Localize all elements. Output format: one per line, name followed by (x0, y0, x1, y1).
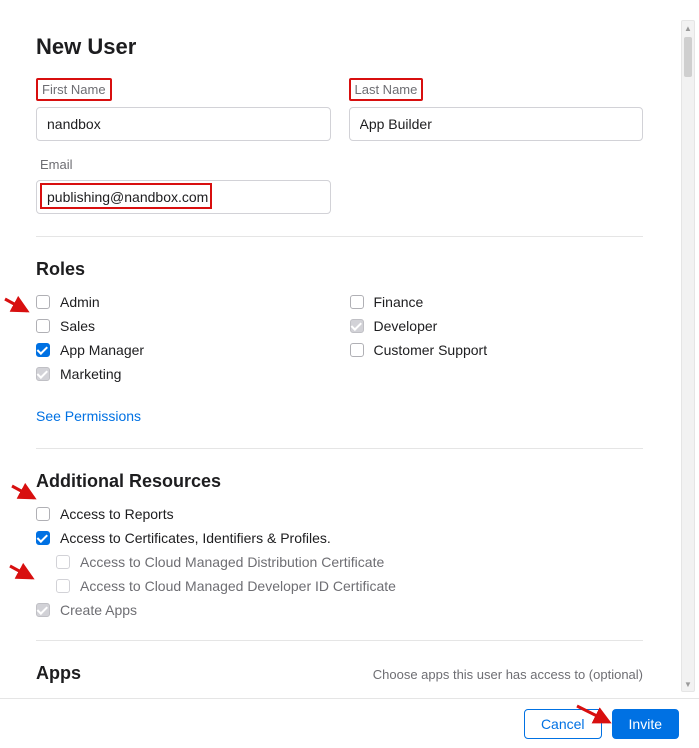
checkbox-icon[interactable] (36, 531, 50, 545)
role-finance[interactable]: Finance (350, 294, 644, 310)
scroll-down-icon[interactable]: ▼ (682, 677, 694, 691)
checkbox-icon[interactable] (36, 343, 50, 357)
roles-heading: Roles (36, 259, 643, 280)
resource-cloud-distribution: Access to Cloud Managed Distribution Cer… (56, 554, 643, 570)
cancel-button[interactable]: Cancel (524, 709, 602, 739)
page-title: New User (36, 34, 643, 60)
divider (36, 236, 643, 237)
see-permissions-link[interactable]: See Permissions (36, 408, 141, 424)
apps-subtext: Choose apps this user has access to (opt… (373, 667, 643, 682)
role-sales[interactable]: Sales (36, 318, 330, 334)
resource-access-reports[interactable]: Access to Reports (36, 506, 643, 522)
email-input[interactable] (36, 180, 331, 214)
resource-create-apps: Create Apps (36, 602, 643, 618)
first-name-label: First Name (36, 78, 112, 101)
checkbox-icon[interactable] (350, 343, 364, 357)
checkbox-icon[interactable] (36, 295, 50, 309)
scroll-up-icon[interactable]: ▲ (682, 21, 694, 35)
roles-grid: Admin Finance Sales Developer App Manage… (36, 294, 643, 382)
dialog-footer: Cancel Invite (0, 698, 699, 748)
resource-access-certificates[interactable]: Access to Certificates, Identifiers & Pr… (36, 530, 643, 546)
checkbox-icon[interactable] (36, 319, 50, 333)
form-scroll-area[interactable]: New User First Name Last Name Email Role… (0, 0, 679, 698)
first-name-input[interactable] (36, 107, 331, 141)
resource-cloud-developer-id: Access to Cloud Managed Developer ID Cer… (56, 578, 643, 594)
role-developer: Developer (350, 318, 644, 334)
divider (36, 640, 643, 641)
checkbox-icon (36, 367, 50, 381)
last-name-input[interactable] (349, 107, 644, 141)
checkbox-icon (56, 555, 70, 569)
additional-resources-heading: Additional Resources (36, 471, 643, 492)
last-name-label: Last Name (349, 78, 424, 101)
scroll-thumb[interactable] (684, 37, 692, 77)
role-app-manager[interactable]: App Manager (36, 342, 330, 358)
divider (36, 448, 643, 449)
checkbox-icon[interactable] (36, 507, 50, 521)
apps-heading: Apps (36, 663, 81, 684)
vertical-scrollbar[interactable]: ▲ ▼ (681, 20, 695, 692)
checkbox-icon (350, 319, 364, 333)
email-label: Email (36, 155, 77, 174)
checkbox-icon[interactable] (350, 295, 364, 309)
checkbox-icon (36, 603, 50, 617)
role-customer-support[interactable]: Customer Support (350, 342, 644, 358)
checkbox-icon (56, 579, 70, 593)
role-marketing: Marketing (36, 366, 330, 382)
role-admin[interactable]: Admin (36, 294, 330, 310)
invite-button[interactable]: Invite (612, 709, 679, 739)
